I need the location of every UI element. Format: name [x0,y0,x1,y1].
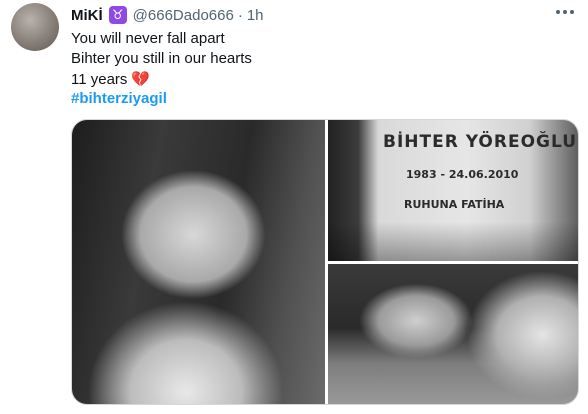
tweet-text-line: Bihter you still in our hearts [71,50,252,67]
more-options-icon[interactable] [556,10,574,14]
author-avatar[interactable] [11,3,59,51]
taurus-icon: ♉ [108,6,127,24]
author-handle[interactable]: @666Dado666 [133,7,234,24]
tweet-timestamp[interactable]: 1h [247,7,264,24]
gravestone-dates-text: 1983 - 24.06.2010 [406,168,519,181]
author-name[interactable]: MiKİ [71,7,103,24]
hashtag-link[interactable]: #bihterziyagil [71,89,167,109]
media-grid: BİHTER YÖREOĞLU 1983 - 24.06.2010 RUHUNA… [71,119,579,405]
tweet-text-line: You will never fall apart [71,30,225,47]
gravestone-name-text: BİHTER YÖREOĞLU [383,132,578,152]
gravestone-prayer-text: RUHUNA FATİHA [404,198,505,211]
photo-woman-on-phone[interactable] [72,120,325,404]
tweet-header: MiKİ ♉ @666Dado666 · 1h [71,5,548,25]
photo-gravestone[interactable]: BİHTER YÖREOĞLU 1983 - 24.06.2010 RUHUNA… [328,120,578,261]
separator-dot: · [237,6,243,24]
tweet-text-line: 11 years 💔 [71,69,150,90]
photo-woman-lying-down[interactable] [328,264,578,404]
broken-heart-icon: 💔 [131,70,151,88]
tweet-text-years: 11 years [71,71,128,88]
